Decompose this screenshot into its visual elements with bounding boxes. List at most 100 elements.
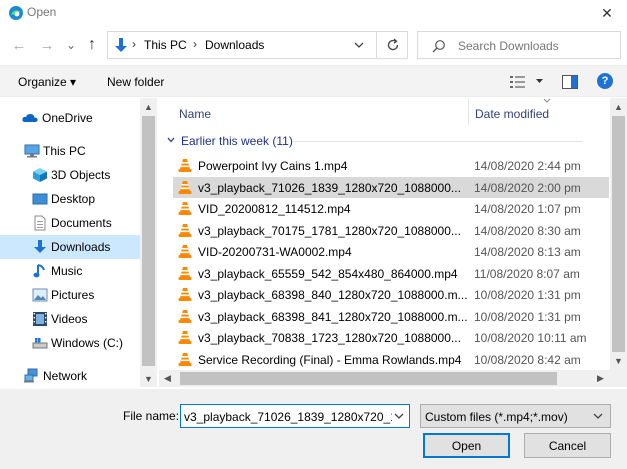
vlc-file-icon	[178, 244, 192, 262]
address-bar[interactable]: › This PC › Downloads	[107, 31, 408, 59]
sidebar-item-onedrive[interactable]: OneDrive	[0, 106, 140, 130]
file-row[interactable]: v3_playback_68398_840_1280x720_1088000.m…	[173, 284, 609, 305]
bottom-panel: File name: v3_playback_71026_1839_1280x7…	[0, 389, 627, 469]
cancel-button[interactable]: Cancel	[524, 433, 611, 458]
file-row[interactable]: Service Recording (Final) - Emma Rowland…	[173, 349, 609, 370]
sidebar-item-this-pc[interactable]: This PC	[0, 139, 140, 163]
scroll-down-icon[interactable]: ▼	[614, 356, 623, 366]
sidebar-item-desktop[interactable]: Desktop	[0, 187, 140, 211]
file-list-horizontal-scrollbar[interactable]: ◀ ▶	[159, 370, 610, 387]
sidebar-scrollbar[interactable]: ▲ ▼	[140, 98, 157, 387]
window-title: Open	[27, 5, 57, 19]
sidebar-item-documents[interactable]: Documents	[0, 211, 140, 235]
breadcrumb-separator: ›	[193, 37, 197, 51]
file-name: v3_playback_70838_1723_1280x720_1088000.…	[198, 331, 461, 345]
refresh-button[interactable]	[376, 32, 408, 58]
file-type-select[interactable]: Custom files (*.mp4;*.mov)	[420, 404, 611, 428]
chevron-down-icon	[167, 137, 175, 143]
file-date: 10/08/2020 10:11 am	[474, 331, 587, 345]
sidebar-item-label: Desktop	[51, 192, 96, 206]
open-button[interactable]: Open	[423, 433, 510, 458]
scroll-down-icon[interactable]: ▼	[144, 374, 153, 384]
file-row[interactable]: VID_20200812_114512.mp4 14/08/2020 1:07 p…	[173, 198, 609, 219]
sidebar-item-network[interactable]: Network	[0, 364, 140, 388]
scroll-up-icon[interactable]: ▲	[614, 102, 623, 112]
picture-icon	[32, 288, 48, 302]
file-row[interactable]: v3_playback_71026_1839_1280x720_1088000.…	[173, 176, 609, 198]
chevron-down-icon[interactable]	[354, 40, 364, 50]
search-input[interactable]: Search Downloads	[458, 39, 559, 53]
vlc-file-icon	[178, 201, 192, 219]
file-date: 14/08/2020 8:30 am	[474, 223, 581, 238]
scrollbar-thumb[interactable]	[142, 116, 155, 366]
search-icon	[432, 40, 445, 53]
view-options-icon[interactable]	[510, 75, 526, 89]
sidebar-item-downloads[interactable]: Downloads	[0, 235, 140, 259]
recent-locations-button[interactable]: ⌄	[62, 36, 80, 54]
search-box[interactable]: Search Downloads	[417, 31, 621, 59]
computer-icon	[24, 144, 40, 158]
file-row[interactable]: v3_playback_68398_841_1280x720_1088000.m…	[173, 306, 609, 327]
back-button[interactable]: ←	[10, 36, 28, 54]
sidebar-item-label: Network	[43, 369, 88, 383]
breadcrumb-separator: ›	[132, 37, 136, 51]
file-type-value: Custom files (*.mp4;*.mov)	[425, 410, 568, 424]
arrow-right-icon: →	[39, 36, 55, 54]
sidebar-item-videos[interactable]: Videos	[0, 307, 140, 331]
chevron-down-icon[interactable]	[394, 413, 404, 420]
file-name-input[interactable]: v3_playback_71026_1839_1280x720_1088000.…	[184, 410, 392, 424]
navigation-pane: OneDrive This PC 3D Objects Desktop Docu…	[0, 98, 157, 387]
scrollbar-corner	[610, 370, 627, 387]
vlc-file-icon	[178, 158, 192, 176]
caret-down-icon[interactable]	[536, 79, 543, 84]
scroll-right-icon[interactable]: ▶	[597, 373, 604, 384]
help-button[interactable]: ?	[597, 73, 613, 89]
close-button[interactable]: ✕	[587, 0, 627, 26]
file-name: Service Recording (Final) - Emma Rowland…	[198, 352, 462, 367]
forward-button[interactable]: →	[38, 36, 56, 54]
cube-icon	[33, 168, 47, 182]
column-header-label: Name	[179, 107, 212, 121]
arrow-up-icon: ↑	[88, 36, 96, 53]
chevron-down-icon: ⌄	[65, 38, 77, 52]
file-row[interactable]: v3_playback_65559_542_854x480_864000.mp4…	[173, 263, 609, 284]
sidebar-item-label: Videos	[51, 312, 88, 326]
file-date: 14/08/2020 2:00 pm	[474, 180, 581, 195]
file-date: 10/08/2020 1:31 pm	[474, 309, 581, 324]
file-date: 14/08/2020 8:13 am	[474, 245, 581, 259]
file-name: VID-20200731-WA0002.mp4	[198, 245, 352, 259]
scroll-left-icon[interactable]: ◀	[164, 373, 171, 384]
file-list-vertical-scrollbar[interactable]: ▲ ▼	[610, 98, 627, 370]
app-edge-icon	[9, 6, 23, 20]
scrollbar-thumb[interactable]	[180, 372, 557, 385]
file-row[interactable]: Powerpoint Ivy Cains 1.mp4 14/08/2020 2:4…	[173, 155, 609, 176]
file-date: 11/08/2020 8:07 am	[474, 266, 580, 281]
file-row[interactable]: VID-20200731-WA0002.mp4 14/08/2020 8:13 a…	[173, 241, 609, 262]
sort-chevron-icon	[543, 98, 551, 103]
file-row[interactable]: v3_playback_70175_1781_1280x720_1088000.…	[173, 220, 609, 241]
sidebar-item-windows-c[interactable]: Windows (C:)	[0, 331, 140, 355]
sidebar-item-pictures[interactable]: Pictures	[0, 283, 140, 307]
column-header-label: Date modified	[475, 107, 550, 121]
scrollbar-thumb[interactable]	[612, 116, 625, 352]
column-header-date[interactable]: Date modified	[469, 98, 610, 128]
drive-icon	[32, 338, 48, 349]
breadcrumb-this-pc[interactable]: This PC	[144, 38, 187, 52]
cloud-icon	[22, 113, 38, 122]
breadcrumb-downloads[interactable]: Downloads	[205, 38, 264, 52]
sidebar-item-3d-objects[interactable]: 3D Objects	[0, 163, 140, 187]
file-name: Powerpoint Ivy Cains 1.mp4	[198, 159, 348, 173]
scroll-up-icon[interactable]: ▲	[144, 102, 153, 112]
sidebar-item-music[interactable]: Music	[0, 259, 140, 283]
up-button[interactable]: ↑	[83, 36, 101, 54]
organize-button[interactable]: Organize ▾	[18, 75, 76, 89]
file-name: v3_playback_70175_1781_1280x720_1088000.…	[198, 223, 461, 238]
download-location-icon	[115, 38, 127, 52]
group-label: Earlier this week (11)	[181, 134, 293, 148]
new-folder-button[interactable]: New folder	[107, 75, 164, 89]
file-row[interactable]: v3_playback_70838_1723_1280x720_1088000.…	[173, 327, 609, 348]
column-header-name[interactable]: Name	[159, 98, 468, 128]
file-name: VID_20200812_114512.mp4	[198, 202, 351, 216]
file-name-combobox[interactable]: v3_playback_71026_1839_1280x720_1088000.…	[180, 404, 410, 428]
preview-pane-icon[interactable]	[562, 75, 578, 89]
